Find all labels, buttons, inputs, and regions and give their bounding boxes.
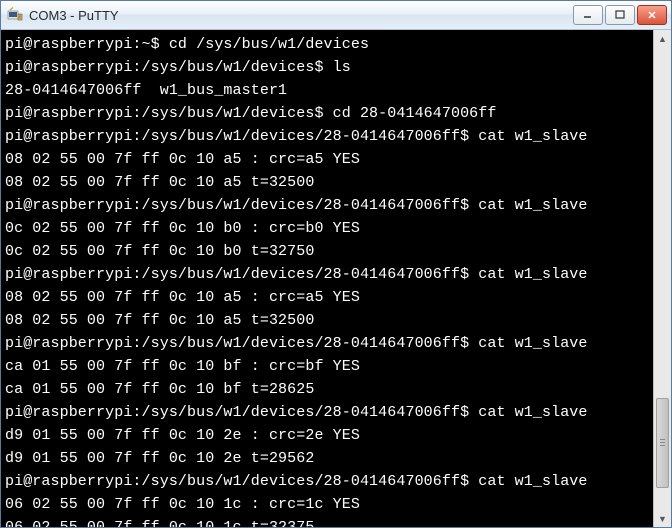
close-button[interactable] — [637, 5, 667, 25]
maximize-button[interactable] — [605, 5, 635, 25]
console-area: pi@raspberrypi:~$ cd /sys/bus/w1/devices… — [1, 30, 671, 527]
minimize-button[interactable] — [573, 5, 603, 25]
window-controls — [573, 5, 667, 25]
vertical-scrollbar[interactable]: ▲ ▼ — [653, 30, 671, 527]
scroll-thumb[interactable] — [656, 398, 669, 488]
scroll-up-arrow[interactable]: ▲ — [654, 30, 671, 47]
terminal-output[interactable]: pi@raspberrypi:~$ cd /sys/bus/w1/devices… — [1, 30, 653, 527]
putty-icon — [7, 7, 23, 23]
scroll-down-arrow[interactable]: ▼ — [654, 510, 671, 527]
window-title: COM3 - PuTTY — [29, 8, 573, 23]
titlebar[interactable]: COM3 - PuTTY — [1, 1, 671, 30]
putty-window: COM3 - PuTTY pi@raspberrypi:~$ cd /sys/b… — [0, 0, 672, 528]
